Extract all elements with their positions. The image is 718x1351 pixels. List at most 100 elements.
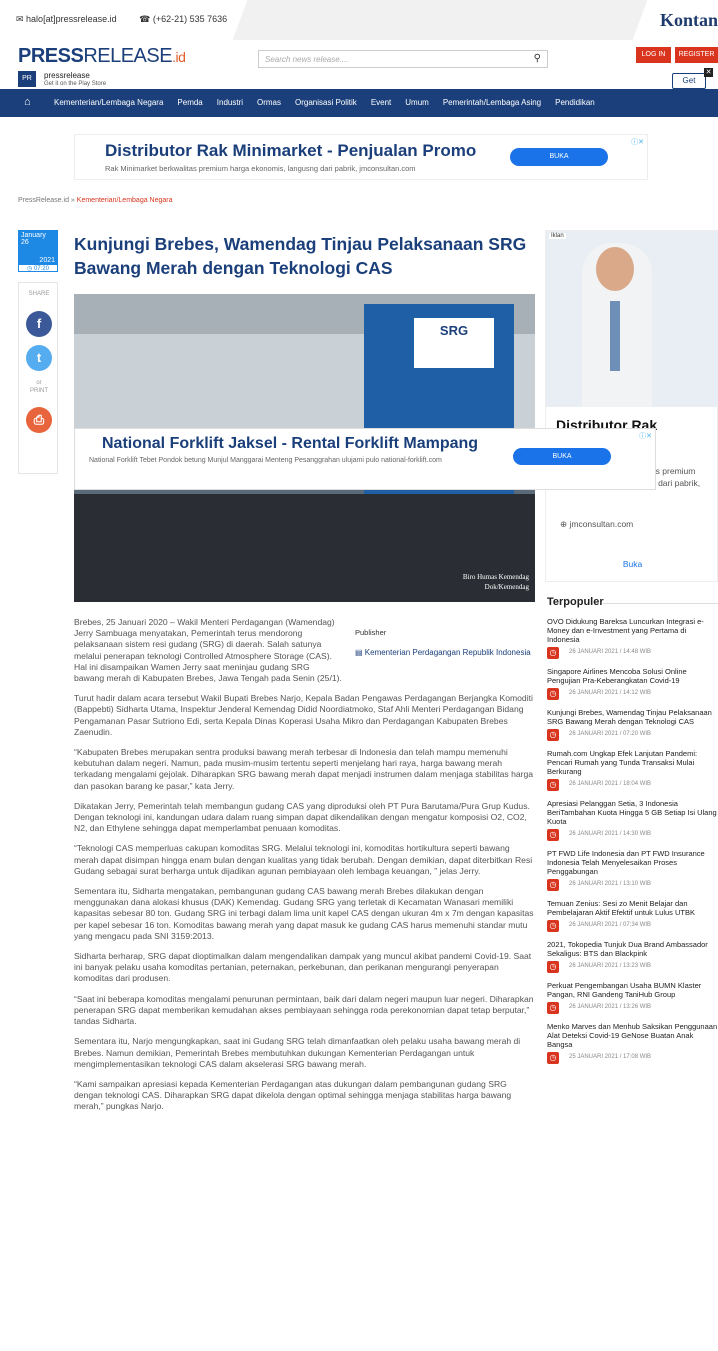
- popular-item-title[interactable]: Temuan Zenius: Sesi zo Menit Belajar dan…: [547, 899, 718, 917]
- nav-item[interactable]: Organisasi Politik: [295, 98, 357, 107]
- clock-icon: ◷: [547, 779, 559, 791]
- nav-item[interactable]: Event: [371, 98, 391, 107]
- paragraph: Sementara itu, Narjo mengungkapkan, saat…: [74, 1036, 521, 1069]
- share-panel: SHARE f t or PRINT ⎙: [18, 282, 58, 474]
- publish-date: January 26 2021 ◷ 07:20: [18, 230, 58, 272]
- breadcrumb-home[interactable]: PressRelease.id: [18, 197, 69, 204]
- nav-item[interactable]: Umum: [405, 98, 429, 107]
- close-icon[interactable]: ✕: [704, 68, 713, 77]
- popular-item[interactable]: Apresiasi Pelanggan Setia, 3 Indonesia B…: [547, 799, 718, 841]
- ad-open-button[interactable]: BUKA: [513, 448, 611, 465]
- paragraph: “Kabupaten Brebes merupakan sentra produ…: [74, 747, 534, 791]
- ad-subtext: Rak Minimarket berkwalitas premium harga…: [105, 164, 416, 173]
- clock-icon: ◷: [547, 879, 559, 891]
- nav-item[interactable]: Pemda: [177, 98, 202, 107]
- popular-item-date: 26 JANUARI 2021 / 14:12 WIB: [569, 690, 652, 696]
- adchoices-icon[interactable]: ⓘ✕: [631, 137, 644, 147]
- popular-item[interactable]: Kunjungi Brebes, Wamendag Tinjau Pelaksa…: [547, 708, 718, 741]
- article-body: Publisher ▤ Kementerian Perdagangan Repu…: [74, 617, 535, 1122]
- paragraph: “Saat ini beberapa komoditas mengalami p…: [74, 993, 534, 1027]
- popular-item-date: 26 JANUARI 2021 / 07:34 WIB: [569, 922, 652, 928]
- overlay-ad-banner[interactable]: National Forklift Jaksel - Rental Forkli…: [74, 428, 656, 490]
- popular-item-date: 26 JANUARI 2021 / 14:48 WIB: [569, 649, 652, 655]
- popular-item[interactable]: Perkuat Pengembangan Usaha BUMN Klaster …: [547, 981, 718, 1014]
- facebook-icon[interactable]: f: [26, 311, 52, 337]
- app-install-banner: PR pressrelease Get it on the Play Store…: [0, 68, 718, 90]
- ad-headline: National Forklift Jaksel - Rental Forkli…: [102, 435, 479, 452]
- clock-icon: ◷: [547, 729, 559, 741]
- popular-item-title[interactable]: OVO Didukung Bareksa Luncurkan Integrasi…: [547, 617, 718, 644]
- nav-item[interactable]: Industri: [217, 98, 243, 107]
- nav-item[interactable]: Pendidikan: [555, 98, 595, 107]
- ad-label: Iklan: [549, 233, 566, 239]
- nav-item[interactable]: Pemerintah/Lembaga Asing: [443, 98, 541, 107]
- nav-item[interactable]: Ormas: [257, 98, 281, 107]
- search-input[interactable]: Search news release.... ⚲: [258, 50, 548, 68]
- clock-icon: ◷: [547, 1002, 559, 1014]
- top-contact-bar: ✉ halo[at]pressrelease.id ☎ (+62-21) 535…: [0, 0, 718, 40]
- popular-item-date: 25 JANUARI 2021 / 17:08 WIB: [569, 1054, 652, 1060]
- phone-link[interactable]: ☎ (+62-21) 535 7636: [139, 14, 237, 24]
- app-get-button[interactable]: Get: [672, 73, 706, 89]
- paragraph: Sidharta berharap, SRG dapat dioptimalka…: [74, 951, 532, 984]
- clock-icon: ◷: [547, 1052, 559, 1064]
- topbar-decoration: [232, 0, 648, 40]
- popular-item[interactable]: PT FWD Life Indonesia dan PT FWD Insuran…: [547, 849, 718, 891]
- print-icon[interactable]: ⎙: [26, 407, 52, 433]
- popular-item-title[interactable]: Perkuat Pengembangan Usaha BUMN Klaster …: [547, 981, 718, 999]
- twitter-icon[interactable]: t: [26, 345, 52, 371]
- popular-item-date: 26 JANUARI 2021 / 14:30 WIB: [569, 831, 652, 837]
- popular-item[interactable]: Menko Marves dan Menhub Saksikan Penggun…: [547, 1022, 718, 1064]
- clock-icon: ◷: [547, 688, 559, 700]
- popular-item-title[interactable]: Singapore Airlines Mencoba Solusi Online…: [547, 667, 718, 685]
- main-nav: ⌂ Kementerian/Lembaga Negara Pemda Indus…: [0, 89, 718, 117]
- popular-item-title[interactable]: Menko Marves dan Menhub Saksikan Penggun…: [547, 1022, 718, 1049]
- paragraph: “Teknologi CAS memperluas cakupan komodi…: [74, 843, 533, 876]
- app-title: pressrelease: [44, 71, 90, 80]
- popular-item-date: 26 JANUARI 2021 / 13:23 WIB: [569, 963, 652, 969]
- nav-item[interactable]: Kementerian/Lembaga Negara: [54, 98, 163, 107]
- popular-item-title[interactable]: Apresiasi Pelanggan Setia, 3 Indonesia B…: [547, 799, 718, 826]
- popular-item[interactable]: Rumah.com Ungkap Efek Lanjutan Pandemi: …: [547, 749, 718, 791]
- paragraph: Sementara itu, Sidharta mengatakan, pemb…: [74, 886, 534, 941]
- popular-title: Terpopuler: [547, 596, 604, 608]
- publisher-label: Publisher: [355, 628, 387, 637]
- breadcrumb-current[interactable]: Kementerian/Lembaga Negara: [77, 197, 173, 204]
- home-icon[interactable]: ⌂: [24, 96, 31, 108]
- clock-icon: ◷: [547, 647, 559, 659]
- clock-icon: ◷: [547, 961, 559, 973]
- ad-headline: Distributor Rak Minimarket - Penjualan P…: [105, 141, 477, 160]
- email-link[interactable]: ✉ halo[at]pressrelease.id: [16, 14, 127, 24]
- sidebar-ad[interactable]: Iklan Distributor Rak Rak Minimarket ber…: [545, 230, 718, 582]
- site-logo[interactable]: PRESSRELEASE.id: [18, 45, 186, 68]
- sidebar-ad-url[interactable]: ⊕ jmconsultan.com: [560, 519, 633, 530]
- clock-icon: ◷: [547, 829, 559, 841]
- partner-logo[interactable]: Kontan: [660, 10, 718, 31]
- popular-item[interactable]: OVO Didukung Bareksa Luncurkan Integrasi…: [547, 617, 718, 659]
- photo-caption: Biro Humas Kemendag Dok/Kemendag: [462, 573, 529, 591]
- ad-subtext: National Forklift Tebet Pondok betung Mu…: [89, 457, 442, 464]
- adchoices-icon[interactable]: ⓘ✕: [639, 431, 652, 441]
- popular-item-title[interactable]: Kunjungi Brebes, Wamendag Tinjau Pelaksa…: [547, 708, 718, 726]
- popular-item[interactable]: Singapore Airlines Mencoba Solusi Online…: [547, 667, 718, 700]
- popular-item-title[interactable]: 2021, Tokopedia Tunjuk Dua Brand Ambassa…: [547, 940, 718, 958]
- publisher-box: Publisher ▤ Kementerian Perdagangan Repu…: [355, 627, 535, 658]
- photo-sign: SRG: [414, 318, 494, 368]
- article-title: Kunjungi Brebes, Wamendag Tinjau Pelaksa…: [74, 234, 527, 278]
- publisher-link[interactable]: ▤ Kementerian Perdagangan Republik Indon…: [355, 648, 535, 658]
- login-button[interactable]: LOG IN: [636, 47, 671, 63]
- popular-item-title[interactable]: PT FWD Life Indonesia dan PT FWD Insuran…: [547, 849, 718, 876]
- popular-item[interactable]: Temuan Zenius: Sesi zo Menit Belajar dan…: [547, 899, 718, 932]
- paragraph: “Kami sampaikan apresiasi kepada Kemente…: [74, 1078, 512, 1112]
- breadcrumb: PressRelease.id » Kementerian/Lembaga Ne…: [18, 197, 173, 204]
- top-ad-banner[interactable]: Distributor Rak Minimarket - Penjualan P…: [74, 134, 648, 180]
- search-icon[interactable]: ⚲: [534, 53, 541, 64]
- register-button[interactable]: REGISTER: [675, 47, 718, 63]
- popular-item-title[interactable]: Rumah.com Ungkap Efek Lanjutan Pandemi: …: [547, 749, 718, 776]
- ad-open-button[interactable]: BUKA: [510, 148, 608, 166]
- popular-item-date: 26 JANUARI 2021 / 07:20 WIB: [569, 731, 652, 737]
- publish-time: ◷ 07:20: [18, 264, 58, 272]
- clock-icon: ◷: [547, 920, 559, 932]
- popular-item[interactable]: 2021, Tokopedia Tunjuk Dua Brand Ambassa…: [547, 940, 718, 973]
- sidebar-ad-button[interactable]: Buka: [546, 559, 718, 569]
